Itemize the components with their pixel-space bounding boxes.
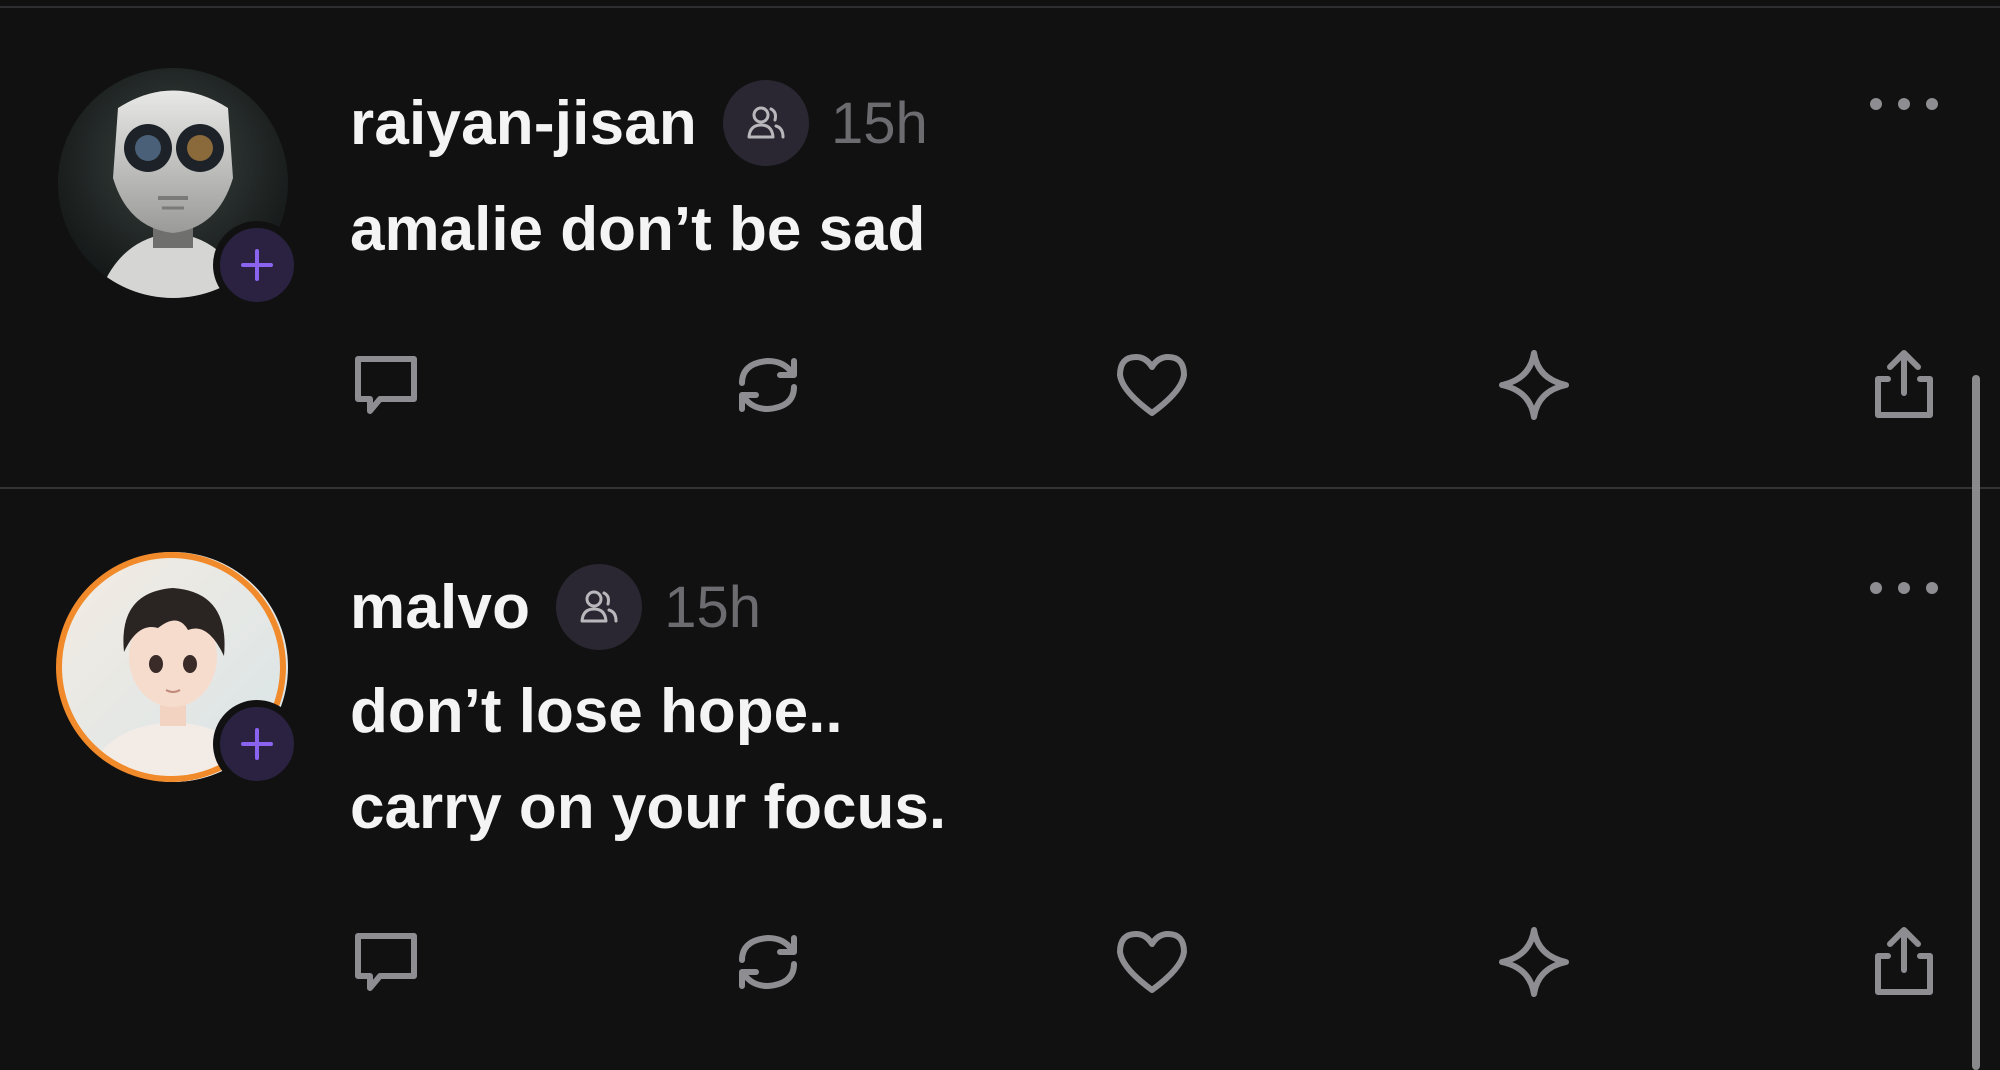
post-card[interactable]: malvo 15h don’t lose hope.. carry on you… bbox=[0, 490, 2000, 997]
post-time: 15h bbox=[831, 90, 928, 156]
post-text-line: don’t lose hope.. bbox=[350, 677, 843, 746]
dot-icon bbox=[1898, 98, 1910, 110]
plus-icon bbox=[241, 728, 273, 760]
post-body: amalie don’t be sad bbox=[350, 182, 925, 278]
post-header: malvo 15h bbox=[350, 562, 761, 652]
share-button[interactable] bbox=[1864, 345, 1944, 425]
action-bar bbox=[0, 345, 2000, 435]
dot-icon bbox=[1926, 98, 1938, 110]
scrollbar[interactable] bbox=[1972, 375, 1980, 1070]
reply-icon bbox=[355, 356, 417, 414]
plus-icon bbox=[241, 249, 273, 281]
dot-icon bbox=[1898, 582, 1910, 594]
action-bar bbox=[0, 922, 2000, 1012]
post-text-line: amalie don’t be sad bbox=[350, 195, 926, 264]
post-time: 15h bbox=[664, 574, 761, 640]
share-icon bbox=[1875, 927, 1933, 995]
sparkle-button[interactable] bbox=[1494, 922, 1574, 1002]
post-text-line: carry on your focus. bbox=[350, 773, 947, 842]
group-icon bbox=[747, 106, 785, 139]
post-card[interactable]: raiyan-jisan 15h amalie don’t be sad bbox=[0, 0, 2000, 480]
sparkle-icon bbox=[1499, 927, 1569, 997]
sparkle-button[interactable] bbox=[1494, 345, 1574, 425]
share-icon bbox=[1875, 350, 1933, 418]
share-button[interactable] bbox=[1864, 922, 1944, 1002]
dot-icon bbox=[1870, 98, 1882, 110]
reply-icon bbox=[355, 933, 417, 991]
follow-button[interactable] bbox=[213, 221, 301, 309]
like-button[interactable] bbox=[1112, 922, 1192, 1002]
like-icon bbox=[1117, 931, 1187, 993]
dot-icon bbox=[1870, 582, 1882, 594]
like-icon bbox=[1117, 354, 1187, 416]
post-body: don’t lose hope.. carry on your focus. bbox=[350, 664, 946, 856]
repost-button[interactable] bbox=[728, 345, 808, 425]
more-options-button[interactable] bbox=[1870, 578, 1938, 598]
reply-button[interactable] bbox=[346, 922, 426, 1002]
audience-chip[interactable] bbox=[723, 80, 810, 166]
more-options-button[interactable] bbox=[1870, 94, 1938, 114]
like-button[interactable] bbox=[1112, 345, 1192, 425]
audience-chip[interactable] bbox=[556, 564, 643, 650]
post-divider bbox=[0, 487, 2000, 489]
post-header: raiyan-jisan 15h bbox=[350, 78, 928, 168]
repost-icon bbox=[739, 357, 797, 413]
username[interactable]: raiyan-jisan bbox=[350, 88, 697, 159]
follow-button[interactable] bbox=[213, 700, 301, 788]
group-icon bbox=[580, 590, 618, 623]
username[interactable]: malvo bbox=[350, 572, 530, 643]
dot-icon bbox=[1926, 582, 1938, 594]
reply-button[interactable] bbox=[346, 345, 426, 425]
sparkle-icon bbox=[1499, 350, 1569, 420]
repost-icon bbox=[739, 934, 797, 990]
repost-button[interactable] bbox=[728, 922, 808, 1002]
